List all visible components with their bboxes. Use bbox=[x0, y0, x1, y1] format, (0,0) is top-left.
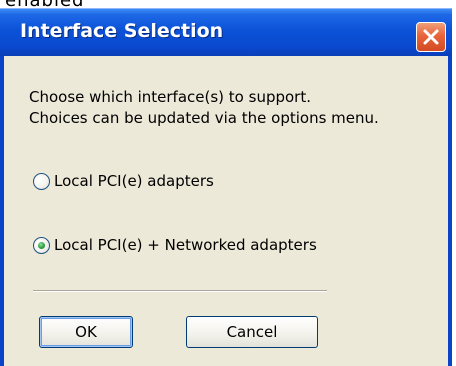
close-button[interactable] bbox=[416, 22, 446, 52]
instruction-text: Choose which interface(s) to support. Ch… bbox=[29, 87, 379, 129]
ok-button[interactable]: OK bbox=[39, 316, 133, 348]
dialog-window: Interface Selection Choose which interfa… bbox=[0, 8, 452, 366]
dialog-body: Choose which interface(s) to support. Ch… bbox=[4, 56, 448, 366]
close-icon bbox=[423, 29, 439, 45]
instruction-line-1: Choose which interface(s) to support. bbox=[29, 88, 311, 106]
radio-button-networked[interactable] bbox=[33, 236, 50, 254]
radio-button-local[interactable] bbox=[33, 172, 50, 190]
radio-option-networked[interactable]: Local PCI(e) + Networked adapters bbox=[33, 233, 317, 257]
dialog-title: Interface Selection bbox=[20, 20, 224, 42]
radio-option-local[interactable]: Local PCI(e) adapters bbox=[33, 169, 214, 193]
radio-label-local: Local PCI(e) adapters bbox=[54, 172, 214, 190]
instruction-line-2: Choices can be updated via the options m… bbox=[29, 109, 379, 127]
separator bbox=[33, 290, 327, 292]
radio-label-networked: Local PCI(e) + Networked adapters bbox=[54, 236, 317, 254]
cancel-button[interactable]: Cancel bbox=[186, 316, 318, 348]
title-bar[interactable]: Interface Selection bbox=[0, 8, 452, 56]
radio-selected-dot bbox=[38, 241, 45, 249]
